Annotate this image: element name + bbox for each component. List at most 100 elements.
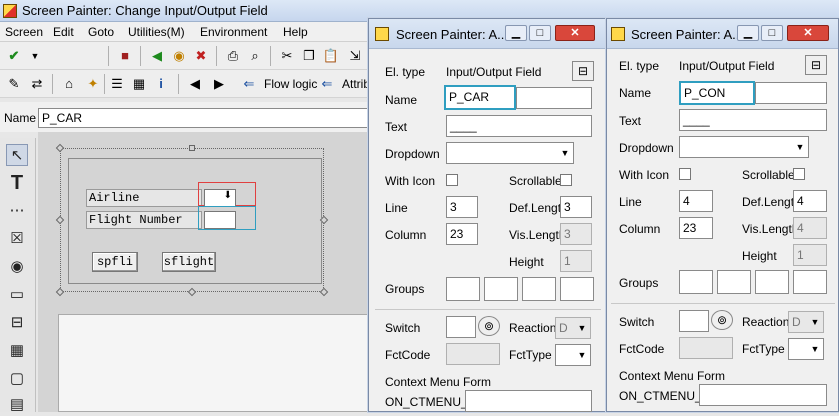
box-icon[interactable]: ▢ bbox=[6, 368, 28, 390]
minimize-icon[interactable]: ▁ bbox=[505, 25, 527, 41]
display-change-icon[interactable]: ⇄ bbox=[28, 75, 46, 93]
dropdown-select[interactable] bbox=[679, 136, 809, 158]
chevron-down-icon[interactable]: ▼ bbox=[574, 318, 590, 338]
p-con-field[interactable] bbox=[204, 211, 236, 229]
vis-length-field[interactable]: 4 bbox=[793, 217, 827, 239]
group-2-field[interactable] bbox=[484, 277, 518, 301]
def-length-field[interactable]: 4 bbox=[793, 190, 827, 212]
next-icon[interactable]: ▶ bbox=[210, 75, 228, 93]
menu-edit[interactable]: Edit bbox=[53, 25, 74, 39]
with-icon-checkbox[interactable] bbox=[679, 168, 691, 180]
checkbox-icon[interactable]: ☒ bbox=[6, 228, 28, 250]
switch-button-icon[interactable]: ⊚ bbox=[711, 310, 733, 330]
column-field[interactable]: 23 bbox=[446, 223, 478, 245]
chevron-down-icon[interactable]: ▼ bbox=[557, 143, 573, 163]
flight-number-label[interactable]: Flight Number bbox=[86, 211, 202, 229]
element-list-icon[interactable]: ☰ bbox=[108, 75, 126, 93]
layout-icon[interactable]: ▦ bbox=[130, 75, 148, 93]
text-field-icon[interactable]: T bbox=[6, 172, 28, 194]
sflight-button[interactable]: sflight bbox=[162, 252, 216, 272]
maximize-icon[interactable]: □ bbox=[529, 25, 551, 41]
previous-icon[interactable]: ◀ bbox=[186, 75, 204, 93]
fct-code-field[interactable] bbox=[446, 343, 500, 365]
group-1-field[interactable] bbox=[446, 277, 480, 301]
attrib-arrow-icon[interactable]: ⇐ bbox=[318, 75, 336, 93]
name-field-extension[interactable] bbox=[516, 87, 592, 109]
dropdown-arrow-icon[interactable]: ▼ bbox=[26, 47, 44, 65]
subscreen-icon[interactable]: ▤ bbox=[6, 394, 28, 416]
group-2-field[interactable] bbox=[717, 270, 751, 294]
flow-logic-button[interactable]: Flow logic bbox=[264, 77, 317, 91]
switch-button-icon[interactable]: ⊚ bbox=[478, 316, 500, 336]
height-field[interactable]: 1 bbox=[793, 244, 827, 266]
text-field[interactable]: ____ bbox=[679, 109, 827, 131]
dropdown-select[interactable] bbox=[446, 142, 574, 164]
group-1-field[interactable] bbox=[679, 270, 713, 294]
scrollable-checkbox[interactable] bbox=[793, 168, 805, 180]
close-icon[interactable]: ✕ bbox=[787, 25, 829, 41]
pointer-icon[interactable]: ↖ bbox=[6, 144, 28, 166]
name-field[interactable]: P_CAR bbox=[38, 108, 370, 128]
group-4-field[interactable] bbox=[560, 277, 594, 301]
group-3-field[interactable] bbox=[755, 270, 789, 294]
print-icon[interactable]: ⎙ bbox=[224, 47, 242, 65]
exit-icon[interactable]: ◉ bbox=[170, 47, 188, 65]
tabstrip-icon[interactable]: ⊟ bbox=[6, 312, 28, 334]
more-icon[interactable]: ⇲ bbox=[346, 47, 364, 65]
p-car-field[interactable]: ⬇ bbox=[204, 189, 236, 207]
minimize-icon[interactable]: ▁ bbox=[737, 25, 759, 41]
resize-handle[interactable] bbox=[189, 145, 195, 151]
menu-help[interactable]: Help bbox=[283, 25, 308, 39]
el-type-button-icon[interactable]: ⊟ bbox=[805, 55, 827, 75]
menu-utilities[interactable]: Utilities(M) bbox=[128, 25, 185, 39]
group-3-field[interactable] bbox=[522, 277, 556, 301]
pencil-icon[interactable]: ✎ bbox=[5, 75, 23, 93]
radio-button-icon[interactable]: ◉ bbox=[6, 256, 28, 278]
on-ctmenu-field[interactable] bbox=[465, 390, 592, 412]
def-length-field[interactable]: 3 bbox=[560, 196, 592, 218]
spfli-button[interactable]: spfli bbox=[92, 252, 138, 272]
vis-length-field[interactable]: 3 bbox=[560, 223, 592, 245]
text-field[interactable]: ____ bbox=[446, 115, 592, 137]
maximize-icon[interactable]: □ bbox=[761, 25, 783, 41]
name-field[interactable]: P_CAR bbox=[444, 85, 516, 110]
enter-check-icon[interactable]: ✔ bbox=[5, 47, 23, 65]
cut-icon[interactable]: ✂ bbox=[278, 47, 296, 65]
resize-handle[interactable] bbox=[319, 287, 329, 297]
line-field[interactable]: 4 bbox=[679, 190, 713, 212]
paste-icon[interactable]: 📋 bbox=[322, 47, 340, 65]
menu-screen[interactable]: Screen bbox=[5, 25, 43, 39]
menu-goto[interactable]: Goto bbox=[88, 25, 114, 39]
copy-icon[interactable]: ❐ bbox=[300, 47, 318, 65]
switch-field[interactable] bbox=[446, 316, 476, 338]
name-field[interactable]: P_CON bbox=[679, 81, 755, 105]
cancel-icon[interactable]: ✖ bbox=[192, 47, 210, 65]
name-field-extension[interactable] bbox=[755, 82, 827, 104]
on-ctmenu-field[interactable] bbox=[699, 384, 827, 406]
scrollable-checkbox[interactable] bbox=[560, 174, 572, 186]
attributes-button[interactable]: Attrib bbox=[342, 77, 370, 91]
table-control-icon[interactable]: ▦ bbox=[6, 340, 28, 362]
hierarchy-icon[interactable]: ⌂ bbox=[60, 75, 78, 93]
back-icon[interactable]: ◀ bbox=[148, 47, 166, 65]
layout-canvas[interactable]: Airline Flight Number ⬇ spfli sflight bbox=[38, 132, 370, 412]
menu-environment[interactable]: Environment bbox=[200, 25, 267, 39]
flow-logic-arrow-icon[interactable]: ⇐ bbox=[240, 75, 258, 93]
find-icon[interactable]: ⌕ bbox=[246, 47, 264, 65]
search-help-icon[interactable]: ⬇ bbox=[224, 190, 232, 201]
group-4-field[interactable] bbox=[793, 270, 827, 294]
info-icon[interactable]: i bbox=[152, 75, 170, 93]
el-type-button-icon[interactable]: ⊟ bbox=[572, 61, 594, 81]
column-field[interactable]: 23 bbox=[679, 217, 713, 239]
chevron-down-icon[interactable]: ▼ bbox=[792, 137, 808, 157]
save-icon[interactable]: ■ bbox=[116, 47, 134, 65]
airline-label[interactable]: Airline bbox=[86, 189, 202, 207]
with-icon-checkbox[interactable] bbox=[446, 174, 458, 186]
chevron-down-icon[interactable]: ▼ bbox=[807, 339, 823, 359]
height-field[interactable]: 1 bbox=[560, 250, 592, 272]
activate-icon[interactable]: ✦ bbox=[84, 75, 102, 93]
close-icon[interactable]: ✕ bbox=[555, 25, 595, 41]
io-field-icon[interactable]: ⋯ bbox=[6, 200, 28, 222]
chevron-down-icon[interactable]: ▼ bbox=[574, 345, 590, 365]
switch-field[interactable] bbox=[679, 310, 709, 332]
